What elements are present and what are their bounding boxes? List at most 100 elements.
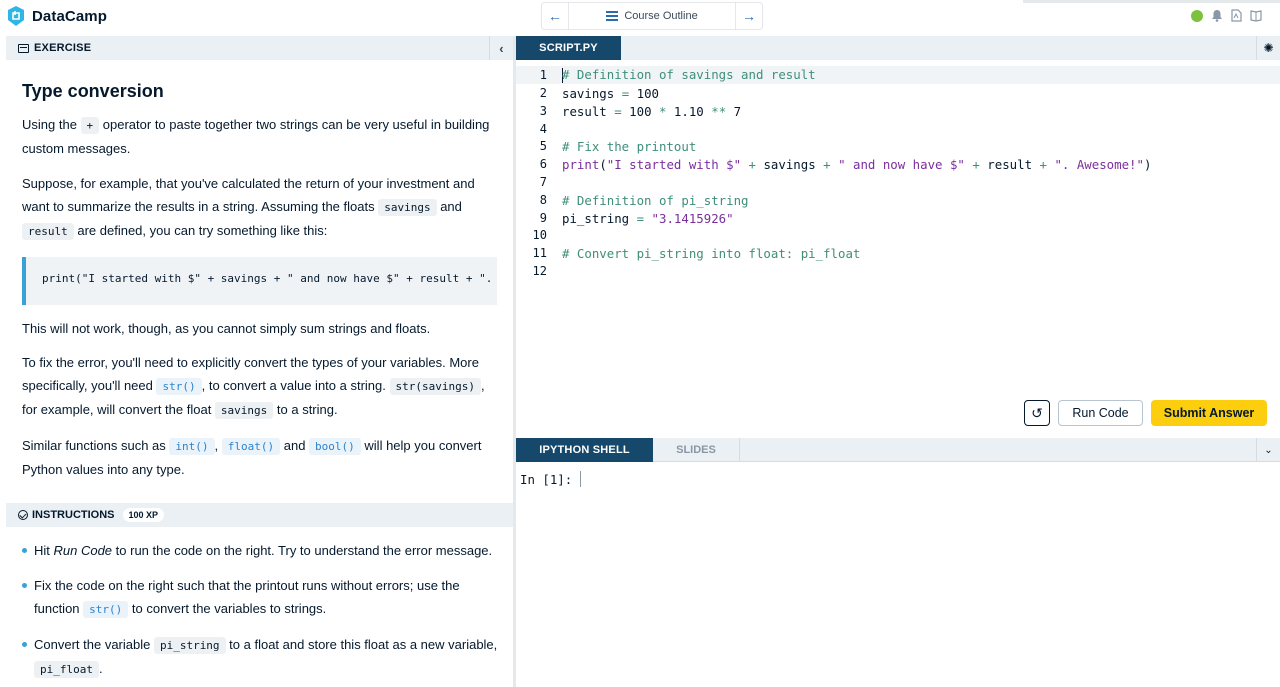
course-outline-label: Course Outline (624, 10, 698, 22)
inline-code: pi_float (34, 661, 99, 678)
code-comment: # Definition of savings and result (562, 67, 816, 82)
gear-icon: ✺ (1263, 41, 1274, 55)
pdf-icon[interactable] (1231, 9, 1242, 22)
instructions-header-label: INSTRUCTIONS (32, 509, 115, 521)
line-number: 4 (539, 122, 547, 136)
code-line: 11 # Convert pi_string into float: pi_fl… (516, 244, 1280, 262)
top-bar: DataCamp ← Course Outline → (0, 0, 1280, 36)
line-number: 12 (532, 264, 547, 278)
code-text: # Definition of savings and result (562, 67, 816, 83)
code-line: 5 # Fix the printout (516, 137, 1280, 155)
text: . (98, 661, 103, 676)
exercise-icon (18, 43, 29, 53)
code-token: 100 (621, 103, 659, 119)
code-text: result = 100 * 1.10 ** 7 (562, 104, 741, 119)
code-token: ( (599, 156, 607, 172)
top-strip (1023, 0, 1280, 3)
shell-collapse-button[interactable]: ⌄ (1256, 438, 1280, 462)
code-string: "I started with $" (606, 156, 742, 172)
code-token: 7 (726, 103, 742, 119)
code-string: " and now have $" (838, 156, 965, 172)
datacamp-logo[interactable]: DataCamp (6, 5, 107, 27)
shell-prompt-label: In [1]: (520, 471, 573, 487)
paragraph-5: Similar functions such as int(), float()… (22, 434, 497, 481)
line-number: 11 (532, 246, 547, 260)
chevron-left-icon: ‹ (499, 40, 504, 56)
line-number: 9 (539, 211, 547, 225)
code-line: 4 (516, 120, 1280, 138)
list-item: Fix the code on the right such that the … (22, 574, 501, 621)
course-nav: ← Course Outline → (541, 2, 763, 30)
text: are defined, you can try something like … (73, 223, 328, 238)
code-line: 7 (516, 173, 1280, 191)
list-item: Hit Run Code to run the code on the righ… (22, 539, 501, 562)
code-token: ) (1143, 156, 1152, 172)
inline-code: + (80, 117, 100, 134)
tab-slides[interactable]: SLIDES (653, 438, 740, 462)
collapse-panel-button[interactable]: ‹ (489, 36, 513, 60)
menu-icon (606, 11, 619, 21)
exercise-title: Type conversion (22, 81, 164, 101)
code-token: 100 (629, 85, 659, 101)
paragraph-1: Using the + operator to paste together t… (22, 113, 497, 160)
code-editor[interactable]: 1 # Definition of savings and result 2 s… (516, 60, 1280, 438)
code-comment: # Fix the printout (562, 138, 697, 154)
text: Using the (22, 117, 81, 132)
settings-button[interactable]: ✺ (1256, 36, 1280, 60)
line-number: 3 (539, 104, 547, 118)
check-circle-icon (18, 510, 28, 520)
bell-icon[interactable] (1211, 9, 1223, 22)
arrow-right-icon: → (742, 8, 756, 24)
xp-badge: 100 XP (122, 508, 165, 522)
exercise-header: EXERCISE ‹ (6, 36, 513, 60)
instructions-header: INSTRUCTIONS 100 XP (6, 503, 513, 527)
line-number: 2 (539, 86, 547, 100)
exercise-header-label: EXERCISE (34, 42, 92, 54)
code-operator: + (741, 156, 764, 172)
text: and (436, 199, 462, 214)
text: to a float and store this float as a new… (225, 637, 498, 652)
code-line: 3 result = 100 * 1.10 ** 7 (516, 102, 1280, 120)
line-number: 6 (539, 157, 547, 171)
arrow-left-icon: ← (548, 8, 562, 24)
shell-prompt: In [1]: (520, 471, 582, 487)
text: to convert the variables to strings. (128, 601, 327, 616)
course-outline-button[interactable]: Course Outline (568, 3, 736, 29)
code-token: pi_string (562, 210, 637, 226)
code-token: 1.10 (666, 103, 712, 119)
paragraph-4: To fix the error, you'll need to explici… (22, 351, 497, 422)
next-exercise-button[interactable]: → (736, 3, 762, 29)
inline-code: savings (378, 199, 437, 216)
code-token: savings (763, 156, 816, 172)
text: to a string. (273, 402, 338, 417)
code-token: savings (562, 85, 622, 101)
status-dot-icon (1191, 9, 1203, 22)
code-line: 2 savings = 100 (516, 84, 1280, 102)
code-line: 10 (516, 226, 1280, 244)
ipython-shell[interactable]: In [1]: (516, 462, 1280, 687)
inline-code: str(savings) (389, 378, 481, 395)
inline-code: str() (156, 378, 202, 395)
text-emphasis: Run Code (53, 543, 113, 558)
line-number: 8 (539, 193, 547, 207)
code-operator: = (614, 103, 622, 119)
book-icon[interactable] (1250, 9, 1262, 22)
editor-tab-bar: SCRIPT.PY ✺ (516, 36, 1280, 60)
code-token: result (987, 156, 1033, 172)
shell-tab-bar: IPYTHON SHELL SLIDES ⌄ (516, 438, 1280, 462)
paragraph-3: This will not work, though, as you canno… (22, 321, 431, 336)
tab-script-py[interactable]: SCRIPT.PY (516, 36, 621, 60)
tab-ipython-shell[interactable]: IPYTHON SHELL (516, 438, 653, 462)
submit-answer-button[interactable]: Submit Answer (1151, 400, 1267, 426)
text: , (214, 438, 222, 453)
prev-exercise-button[interactable]: ← (542, 3, 568, 29)
inline-code: int() (169, 438, 215, 455)
run-code-button[interactable]: Run Code (1058, 400, 1143, 426)
shell-cursor (580, 471, 582, 487)
reset-code-button[interactable]: ↺ (1024, 400, 1050, 426)
top-right-icons (1191, 9, 1262, 22)
inline-code: float() (221, 438, 281, 455)
code-text: savings = 100 (562, 86, 659, 101)
code-text: print("I started with $" + savings + " a… (562, 157, 1151, 172)
list-item: Convert the variable pi_string to a floa… (22, 633, 501, 681)
